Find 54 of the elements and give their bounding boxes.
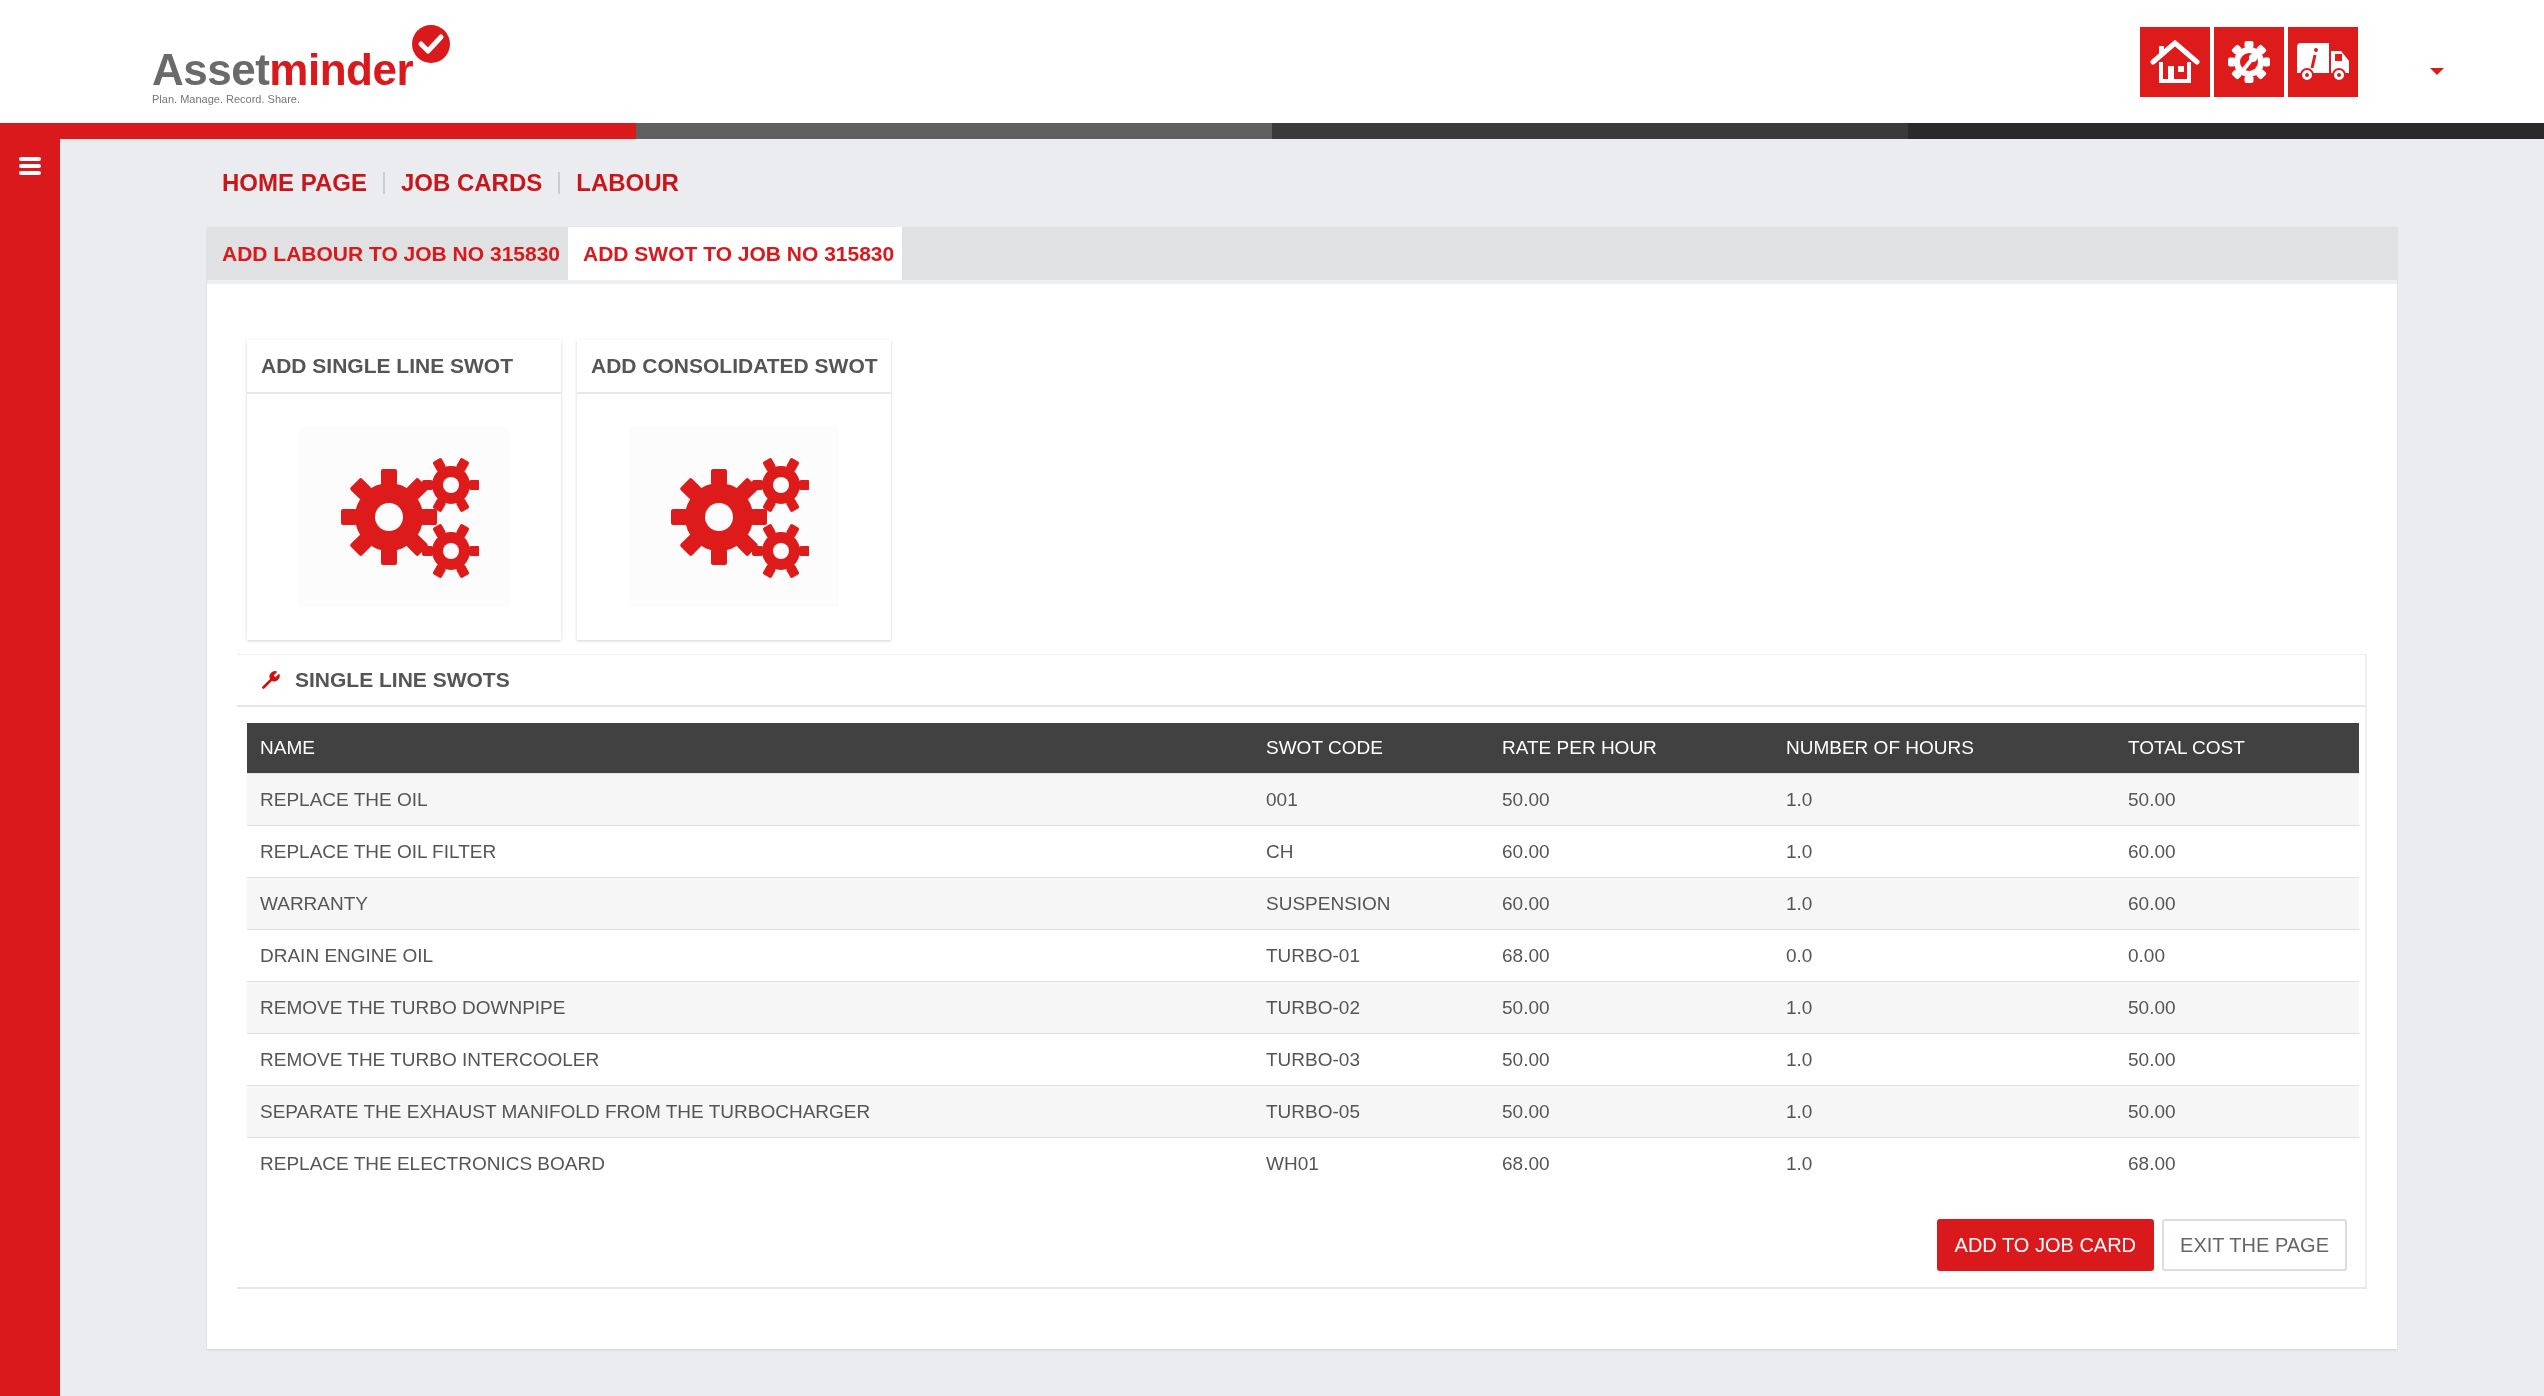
table-cell: REPLACE THE ELECTRONICS BOARD: [247, 1137, 1253, 1189]
table-cell: REMOVE THE TURBO DOWNPIPE: [247, 981, 1253, 1034]
home-button[interactable]: [2140, 26, 2210, 97]
table-cell: 50.00: [1489, 981, 1773, 1034]
breadcrumb-link[interactable]: LABOUR: [576, 169, 679, 197]
column-header: RATE PER HOUR: [1489, 723, 1773, 774]
menu-icon[interactable]: [19, 157, 41, 175]
column-header: SWOT CODE: [1253, 723, 1489, 774]
table-cell: 1.0: [1773, 1085, 2115, 1138]
section-title: SINGLE LINE SWOTS: [295, 668, 510, 692]
home-icon: [2150, 39, 2200, 84]
table-cell: 68.00: [1489, 1137, 1773, 1189]
check-circle-icon: [411, 24, 452, 64]
table-cell: 1.0: [1773, 773, 2115, 826]
table-cell: TURBO-02: [1253, 981, 1489, 1034]
gear-wrench-icon: [2227, 39, 2271, 84]
table-cell: 50.00: [2115, 1085, 2359, 1138]
table-cell: 001: [1253, 773, 1489, 826]
add-button[interactable]: ADD TO JOB CARD: [1936, 1219, 2155, 1271]
table-cell: SEPARATE THE EXHAUST MANIFOLD FROM THE TURBOCHARGER: [247, 1085, 1253, 1138]
table-cell: 50.00: [1489, 773, 1773, 826]
table-cell: SUSPENSION: [1253, 877, 1489, 930]
swot-card[interactable]: ADD SINGLE LINE SWOT: [247, 340, 561, 640]
table-cell: 1.0: [1773, 877, 2115, 930]
table-cell: 50.00: [2115, 981, 2359, 1034]
logo-wordmark: Assetminder: [152, 48, 414, 92]
card-title: ADD SINGLE LINE SWOT: [247, 340, 561, 394]
table-cell: TURBO-05: [1253, 1085, 1489, 1138]
swot-card[interactable]: ADD CONSOLIDATED SWOT: [577, 340, 891, 640]
column-header: NAME: [247, 723, 1253, 774]
tab[interactable]: ADD SWOT TO JOB NO 315830: [568, 227, 903, 280]
table-cell: 68.00: [2115, 1137, 2359, 1189]
table-cell: 50.00: [2115, 773, 2359, 826]
table-cell: WH01: [1253, 1137, 1489, 1189]
table-cell: 1.0: [1773, 981, 2115, 1034]
table-cell: 60.00: [1489, 877, 1773, 930]
wrench-icon: [259, 669, 281, 691]
table-cell: REPLACE THE OIL: [247, 773, 1253, 826]
exit-button[interactable]: EXIT THE PAGE: [2162, 1219, 2347, 1271]
column-header: NUMBER OF HOURS: [1773, 723, 2115, 774]
breadcrumb-link[interactable]: JOB CARDS: [400, 169, 543, 197]
service-button[interactable]: [2214, 26, 2284, 97]
table-cell: WARRANTY: [247, 877, 1253, 930]
table-cell: 60.00: [2115, 877, 2359, 930]
breadcrumb-link[interactable]: HOME PAGE: [222, 169, 367, 197]
truck-icon: [2295, 40, 2351, 83]
caret-icon[interactable]: [2430, 67, 2444, 76]
column-header: TOTAL COST: [2115, 723, 2359, 774]
logo-tagline: Plan. Manage. Record. Share.: [152, 93, 301, 105]
truck-button[interactable]: [2288, 26, 2358, 97]
table-cell: 1.0: [1773, 1137, 2115, 1189]
table-cell: 50.00: [1489, 1085, 1773, 1138]
card-title: ADD CONSOLIDATED SWOT: [577, 340, 891, 394]
tab[interactable]: ADD LABOUR TO JOB NO 315830: [207, 227, 569, 280]
